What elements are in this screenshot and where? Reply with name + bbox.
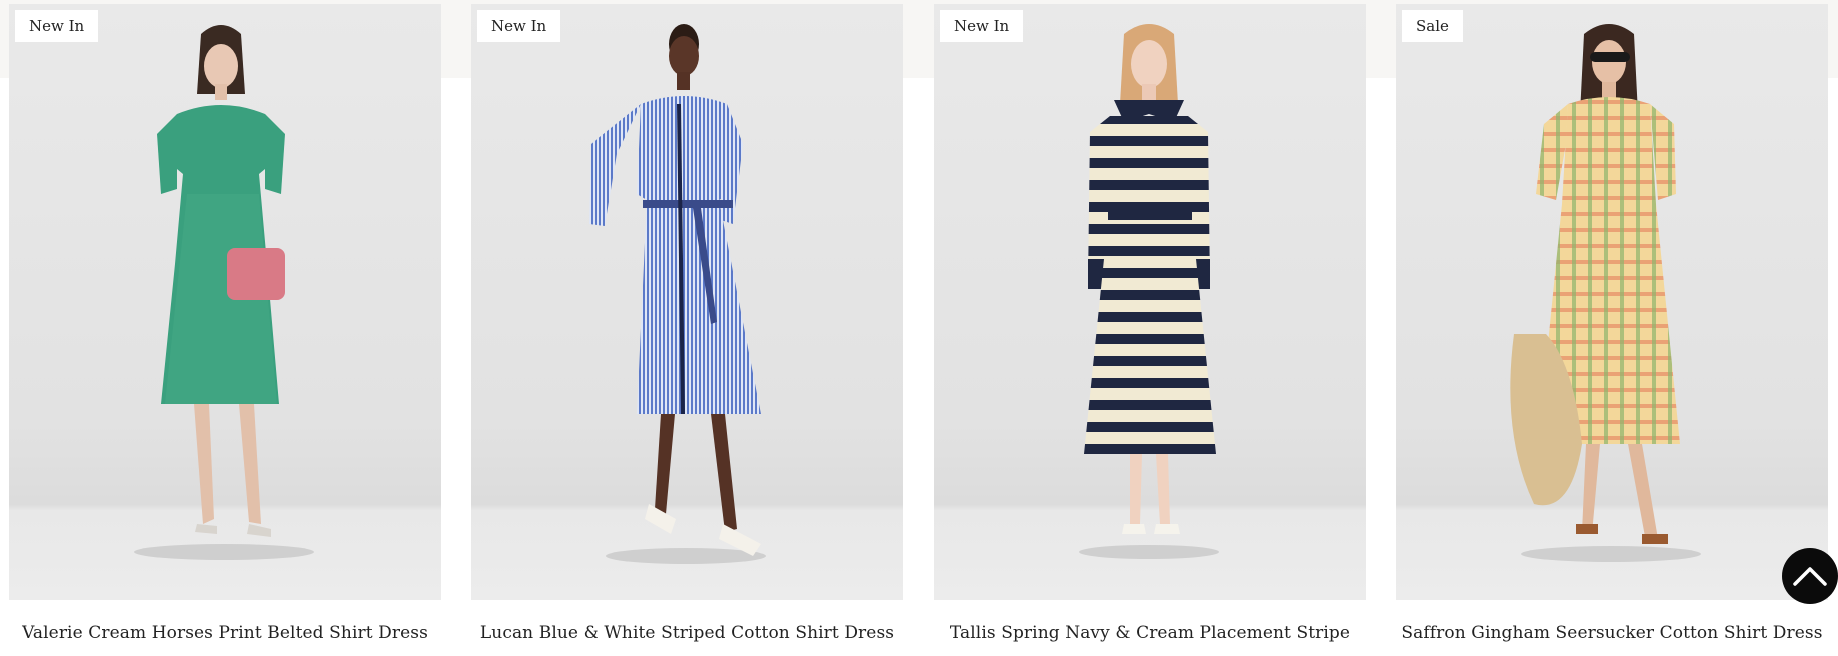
product-image[interactable]: Sale xyxy=(1396,4,1828,600)
product-title[interactable]: Saffron Gingham Seersucker Cotton Shirt … xyxy=(1396,623,1828,643)
product-card[interactable]: Sale Saffron Gingham Seersucker Cotton S… xyxy=(1396,4,1828,656)
product-title[interactable]: Tallis Spring Navy & Cream Placement Str… xyxy=(934,623,1366,643)
model-in-blue-striped-shirt-dress-photo xyxy=(589,24,766,564)
new-in-badge: New In xyxy=(15,10,99,42)
product-title[interactable]: Valerie Cream Horses Print Belted Shirt … xyxy=(9,623,441,643)
model-in-navy-cream-striped-dress-photo xyxy=(1079,24,1219,559)
chevron-up-icon xyxy=(1793,567,1827,586)
scroll-to-top-button[interactable] xyxy=(1782,548,1838,604)
sale-badge: Sale xyxy=(1402,10,1463,42)
new-in-badge: New In xyxy=(940,10,1024,42)
product-title[interactable]: Lucan Blue & White Striped Cotton Shirt … xyxy=(471,623,903,643)
product-card[interactable]: New In Tallis Spring Navy & Cream Placem… xyxy=(934,4,1366,656)
product-image[interactable]: New In xyxy=(9,4,441,600)
product-card[interactable]: New In Lucan Blue & White Striped Cotton… xyxy=(471,4,903,656)
model-in-yellow-gingham-shirt-dress-photo xyxy=(1510,24,1701,562)
model-in-green-print-shirt-dress-photo xyxy=(134,25,314,560)
product-image[interactable]: New In xyxy=(471,4,903,600)
product-card[interactable]: New In Valerie Cream Horses Print Belted… xyxy=(9,4,441,656)
new-in-badge: New In xyxy=(477,10,561,42)
product-image[interactable]: New In xyxy=(934,4,1366,600)
product-grid: New In Valerie Cream Horses Print Belted… xyxy=(9,4,1829,656)
